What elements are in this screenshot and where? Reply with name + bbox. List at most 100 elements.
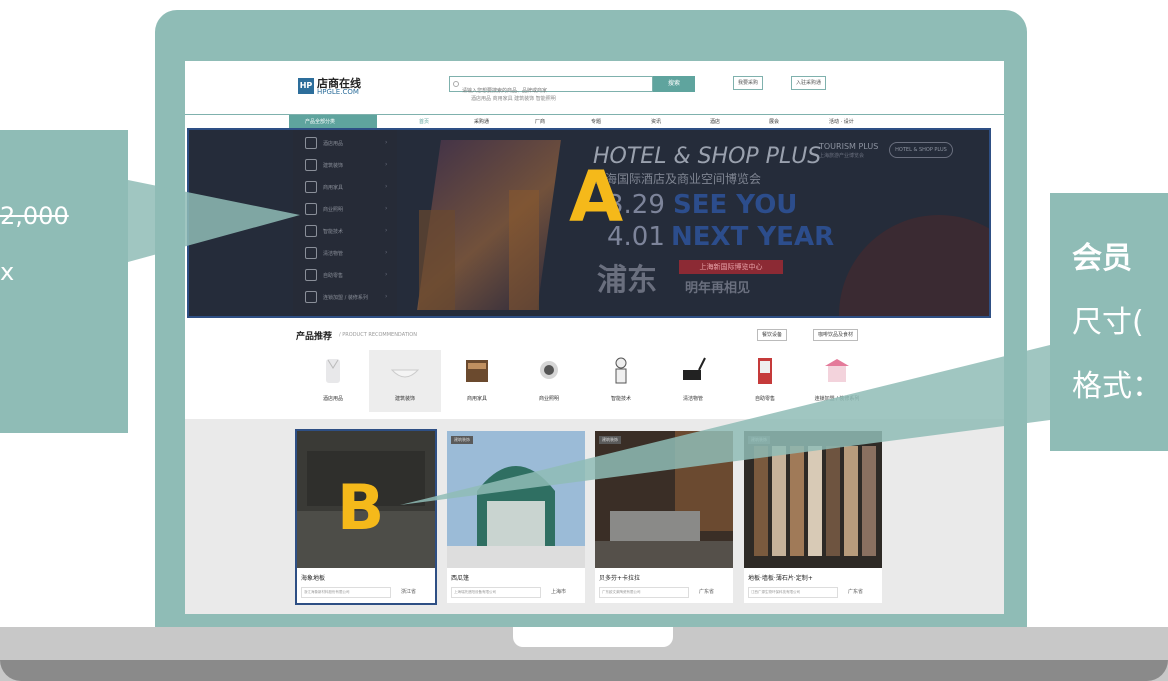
ad-slot-label-a: A <box>569 156 624 238</box>
product-category[interactable]: 商用家具 <box>441 350 513 412</box>
stage: 2,000 x 会员 尺寸( 格式： HP 店商在线 HPGLE.COM 搜索 … <box>0 0 1168 681</box>
purchase-button[interactable]: 我要采购 <box>733 76 764 90</box>
nav-home[interactable]: 首页 <box>419 115 429 129</box>
product-card-company[interactable]: 浙江海象新材料股份有限公司 <box>301 587 391 598</box>
nav-news[interactable]: 资讯 <box>651 115 661 129</box>
product-card-tag: 建筑装饰 <box>748 436 770 444</box>
search-box <box>449 76 653 98</box>
category-sidebar: 酒店用品 › 建筑装饰 › 商用家具 › 商业照明 › 智能技术 › 清洁物管 › 自助零售… <box>293 130 397 316</box>
product-category-label: 清洁物管 <box>682 396 703 402</box>
hotelshop-logo: HOTEL & SHOP PLUS <box>889 142 953 158</box>
nav-hotel[interactable]: 酒店 <box>710 115 720 129</box>
product-category[interactable]: 自助零售 <box>729 350 801 412</box>
product-image <box>595 431 733 568</box>
category-icon <box>305 181 317 193</box>
sidebar-item[interactable]: 智能技术 › <box>293 220 397 242</box>
search-button[interactable]: 搜索 <box>653 76 695 92</box>
product-card-company[interactable]: 上海瑞托遮阳设备有限公司 <box>451 587 541 598</box>
laptop-notch <box>513 627 673 647</box>
banner-next-year: NEXT YEAR <box>671 222 835 252</box>
nav-manufacturers[interactable]: 厂商 <box>535 115 545 129</box>
product-category-label: 智能技术 <box>610 396 631 402</box>
sidebar-item[interactable]: 建筑装饰 › <box>293 154 397 176</box>
product-category-label: 建筑装饰 <box>394 396 415 402</box>
left-callout-unit: x <box>0 258 15 286</box>
hero-banner[interactable]: HOTEL & SHOP PLUS 上海国际酒店及商业空间博览会 3.29 4.… <box>187 128 991 318</box>
ad-slot-label-b: B <box>337 471 385 544</box>
product-category-label: 商用家具 <box>466 396 487 402</box>
chevron-right-icon: › <box>385 183 388 190</box>
tag-coffee-drinks[interactable]: 咖啡饮品及食材 <box>813 329 859 341</box>
banner-pudong: 浦东 <box>597 263 657 298</box>
product-image <box>447 431 585 568</box>
product-card-title: 地板·墙板·薄石片·定制+ <box>748 575 813 582</box>
sidebar-item[interactable]: 酒店用品 › <box>293 132 397 154</box>
banner-title: HOTEL & SHOP PLUS <box>593 144 822 169</box>
right-callout-size: 尺寸( <box>1072 305 1144 340</box>
chevron-right-icon: › <box>385 271 388 278</box>
product-card[interactable]: 建筑装饰 地板·墙板·薄石片·定制+ 江西广源生物环保科技有限公司 广东省 <box>744 431 882 603</box>
banner-meet-again: 明年再相见 <box>685 281 751 296</box>
vending-machine-icon <box>758 358 772 384</box>
chevron-right-icon: › <box>385 161 388 168</box>
product-category[interactable]: 智能技术 <box>585 350 657 412</box>
category-icon <box>305 269 317 281</box>
product-category-label: 商业照明 <box>538 396 559 402</box>
all-categories-button[interactable]: 产品全部分类 <box>289 115 377 129</box>
product-card[interactable]: 建筑装饰 贝多芬+卡拉拉 广东欧文莱陶瓷有限公司 广东省 <box>595 431 733 603</box>
product-card[interactable]: 建筑装饰 西瓜篷 上海瑞托遮阳设备有限公司 上海市 <box>447 431 585 603</box>
sidebar-item[interactable]: 商用家具 › <box>293 176 397 198</box>
product-category[interactable]: 酒店用品 <box>297 350 369 412</box>
sidebar-item-label: 清洁物管 <box>323 251 344 257</box>
product-category[interactable]: 商业照明 <box>513 350 585 412</box>
browser-screen: HP 店商在线 HPGLE.COM 搜索 酒店用品 商用家具 建筑装饰 智能照明… <box>185 61 1004 614</box>
sidebar-item[interactable]: 自助零售 › <box>293 264 397 286</box>
nav-events[interactable]: 活动 · 设计 <box>829 115 854 129</box>
product-card[interactable]: B 海象地板 浙江海象新材料股份有限公司 浙江省 <box>295 429 437 605</box>
product-card-company[interactable]: 江西广源生物环保科技有限公司 <box>748 587 838 598</box>
right-callout-title: 会员 <box>1072 241 1132 276</box>
product-category[interactable]: 清洁物管 <box>657 350 729 412</box>
category-icon <box>305 225 317 237</box>
banner-venue-strip: 上海新国际博览中心 <box>679 260 783 274</box>
nav-purchase[interactable]: 采购通 <box>474 115 489 129</box>
category-icon <box>305 247 317 259</box>
logo-mark[interactable]: HP <box>298 78 314 94</box>
product-category[interactable]: 连锁加盟 / 装修系列 <box>801 350 873 412</box>
logo-domain: HPGLE.COM <box>317 88 359 96</box>
robot-icon <box>615 357 627 384</box>
nav-expo[interactable]: 展会 <box>769 115 779 129</box>
sidebar-item-label: 商用家具 <box>323 185 344 191</box>
product-card-location: 上海市 <box>551 589 567 595</box>
product-category[interactable]: 建筑装饰 <box>369 350 441 412</box>
search-icon <box>453 81 459 87</box>
sidebar-item-label: 建筑装饰 <box>323 163 344 169</box>
nav-topics[interactable]: 专题 <box>591 115 601 129</box>
sidebar-item[interactable]: 连锁加盟 / 装修系列 › <box>293 286 397 308</box>
hot-search-words[interactable]: 酒店用品 商用家具 建筑装饰 智能照明 <box>471 95 556 102</box>
sidebar-item[interactable]: 清洁物管 › <box>293 242 397 264</box>
product-category-label: 酒店用品 <box>322 396 343 402</box>
category-icon <box>305 159 317 171</box>
banner-graphic <box>509 190 539 310</box>
product-card-company[interactable]: 广东欧文莱陶瓷有限公司 <box>599 587 689 598</box>
sidebar-item-label: 连锁加盟 / 装修系列 <box>323 295 368 301</box>
section-subtitle: / PRODUCT RECOMMENDATION <box>339 332 417 338</box>
tag-catering-equipment[interactable]: 餐饮设备 <box>757 329 788 341</box>
sidebar-item[interactable]: 商业照明 › <box>293 198 397 220</box>
product-card-location: 广东省 <box>699 589 715 595</box>
product-image <box>744 431 882 568</box>
category-icon <box>305 137 317 149</box>
tourism-logo: TOURISM PLUS <box>819 142 879 151</box>
right-callout-format: 格式： <box>1072 369 1162 404</box>
kiosk-icon <box>825 359 849 382</box>
tourism-logo-sub: 上海旅游产业博览会 <box>819 153 865 159</box>
laptop-base-bottom <box>0 660 1168 681</box>
join-button[interactable]: 入驻采购通 <box>791 76 827 90</box>
sidebar-item-label: 商业照明 <box>323 207 344 213</box>
bathrobe-icon <box>326 359 340 383</box>
category-icon <box>305 291 317 303</box>
product-category-label: 自助零售 <box>754 396 775 402</box>
left-callout-price: 2,000 <box>0 202 69 230</box>
chevron-right-icon: › <box>385 249 388 256</box>
